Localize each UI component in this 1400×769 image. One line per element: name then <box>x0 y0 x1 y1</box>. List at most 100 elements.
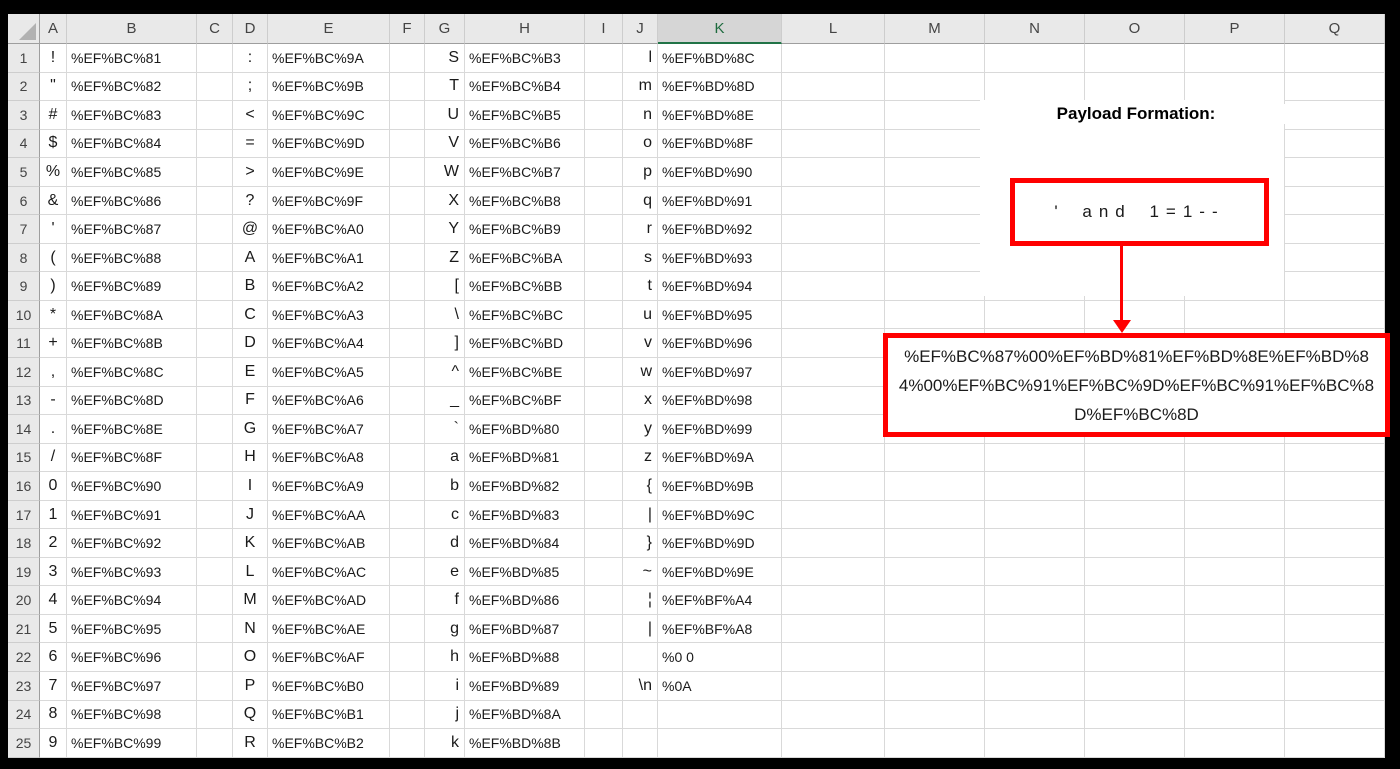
cell-K21[interactable]: %EF%BF%A8 <box>658 614 782 644</box>
cell-A4[interactable]: $ <box>40 129 67 159</box>
col-header-B[interactable]: B <box>67 14 197 44</box>
cell-J17[interactable]: | <box>623 500 658 530</box>
cell-A19[interactable]: 3 <box>40 557 67 587</box>
cell-M3[interactable] <box>885 101 985 130</box>
cell-G9[interactable]: [ <box>425 272 465 301</box>
cell-O16[interactable] <box>1085 472 1185 501</box>
cell-E20[interactable]: %EF%BC%AD <box>268 586 390 615</box>
cell-Q10[interactable] <box>1285 300 1385 330</box>
cell-P19[interactable] <box>1185 557 1285 587</box>
cell-N15[interactable] <box>985 443 1085 473</box>
cell-H14[interactable]: %EF%BD%80 <box>465 415 585 444</box>
col-header-C[interactable]: C <box>197 14 233 44</box>
col-header-L[interactable]: L <box>782 14 885 44</box>
cell-I24[interactable] <box>585 700 623 730</box>
cell-P16[interactable] <box>1185 472 1285 501</box>
cell-A11[interactable]: + <box>40 329 67 359</box>
cell-D20[interactable]: M <box>233 586 268 615</box>
cell-K23[interactable]: %0A <box>658 672 782 701</box>
cell-H5[interactable]: %EF%BC%B7 <box>465 158 585 187</box>
cell-I15[interactable] <box>585 443 623 473</box>
cell-A3[interactable]: # <box>40 101 67 130</box>
cell-H6[interactable]: %EF%BC%B8 <box>465 186 585 216</box>
row-header-22[interactable]: 22 <box>8 643 40 673</box>
col-header-G[interactable]: G <box>425 14 465 44</box>
cell-A1[interactable]: ! <box>40 44 67 73</box>
cell-B7[interactable]: %EF%BC%87 <box>67 215 197 244</box>
cell-I3[interactable] <box>585 101 623 130</box>
row-header-17[interactable]: 17 <box>8 500 40 530</box>
cell-B18[interactable]: %EF%BC%92 <box>67 529 197 558</box>
row-header-12[interactable]: 12 <box>8 358 40 387</box>
cell-H25[interactable]: %EF%BD%8B <box>465 729 585 758</box>
cell-I16[interactable] <box>585 472 623 501</box>
cell-D6[interactable]: ? <box>233 186 268 216</box>
cell-D22[interactable]: O <box>233 643 268 673</box>
cell-G15[interactable]: a <box>425 443 465 473</box>
col-header-P[interactable]: P <box>1185 14 1285 44</box>
col-header-D[interactable]: D <box>233 14 268 44</box>
cell-E7[interactable]: %EF%BC%A0 <box>268 215 390 244</box>
cell-M22[interactable] <box>885 643 985 673</box>
cell-G24[interactable]: j <box>425 700 465 730</box>
cell-L11[interactable] <box>782 329 885 359</box>
cell-B17[interactable]: %EF%BC%91 <box>67 500 197 530</box>
row-header-19[interactable]: 19 <box>8 557 40 587</box>
cell-O10[interactable] <box>1085 300 1185 330</box>
cell-Q7[interactable] <box>1285 215 1385 244</box>
cell-G4[interactable]: V <box>425 129 465 159</box>
cell-I12[interactable] <box>585 358 623 387</box>
cell-H11[interactable]: %EF%BC%BD <box>465 329 585 359</box>
cell-G17[interactable]: c <box>425 500 465 530</box>
cell-M4[interactable] <box>885 129 985 159</box>
cell-I21[interactable] <box>585 614 623 644</box>
cell-B23[interactable]: %EF%BC%97 <box>67 672 197 701</box>
cell-E5[interactable]: %EF%BC%9E <box>268 158 390 187</box>
cell-M9[interactable] <box>885 272 985 301</box>
cell-D13[interactable]: F <box>233 386 268 416</box>
cell-A5[interactable]: % <box>40 158 67 187</box>
cell-D24[interactable]: Q <box>233 700 268 730</box>
cell-J23[interactable]: \n <box>623 672 658 701</box>
cell-G7[interactable]: Y <box>425 215 465 244</box>
cell-E21[interactable]: %EF%BC%AE <box>268 614 390 644</box>
cell-A2[interactable]: " <box>40 72 67 102</box>
cell-N16[interactable] <box>985 472 1085 501</box>
cell-K7[interactable]: %EF%BD%92 <box>658 215 782 244</box>
cell-H7[interactable]: %EF%BC%B9 <box>465 215 585 244</box>
cell-F20[interactable] <box>390 586 425 615</box>
cell-H16[interactable]: %EF%BD%82 <box>465 472 585 501</box>
cell-E14[interactable]: %EF%BC%A7 <box>268 415 390 444</box>
row-header-15[interactable]: 15 <box>8 443 40 473</box>
cell-Q18[interactable] <box>1285 529 1385 558</box>
cell-H23[interactable]: %EF%BD%89 <box>465 672 585 701</box>
cell-I17[interactable] <box>585 500 623 530</box>
cell-B11[interactable]: %EF%BC%8B <box>67 329 197 359</box>
cell-D9[interactable]: B <box>233 272 268 301</box>
col-header-I[interactable]: I <box>585 14 623 44</box>
cell-J24[interactable] <box>623 700 658 730</box>
cell-D15[interactable]: H <box>233 443 268 473</box>
cell-C2[interactable] <box>197 72 233 102</box>
cell-J10[interactable]: u <box>623 300 658 330</box>
cell-B12[interactable]: %EF%BC%8C <box>67 358 197 387</box>
cell-D4[interactable]: = <box>233 129 268 159</box>
cell-C23[interactable] <box>197 672 233 701</box>
cell-A24[interactable]: 8 <box>40 700 67 730</box>
cell-F3[interactable] <box>390 101 425 130</box>
cell-N17[interactable] <box>985 500 1085 530</box>
cell-E25[interactable]: %EF%BC%B2 <box>268 729 390 758</box>
cell-P17[interactable] <box>1185 500 1285 530</box>
cell-I6[interactable] <box>585 186 623 216</box>
cell-Q22[interactable] <box>1285 643 1385 673</box>
cell-G10[interactable]: \ <box>425 300 465 330</box>
row-header-20[interactable]: 20 <box>8 586 40 615</box>
cell-G3[interactable]: U <box>425 101 465 130</box>
cell-D19[interactable]: L <box>233 557 268 587</box>
cell-A22[interactable]: 6 <box>40 643 67 673</box>
cell-O23[interactable] <box>1085 672 1185 701</box>
cell-P21[interactable] <box>1185 614 1285 644</box>
cell-B6[interactable]: %EF%BC%86 <box>67 186 197 216</box>
cell-H2[interactable]: %EF%BC%B4 <box>465 72 585 102</box>
cell-J21[interactable]: | <box>623 614 658 644</box>
